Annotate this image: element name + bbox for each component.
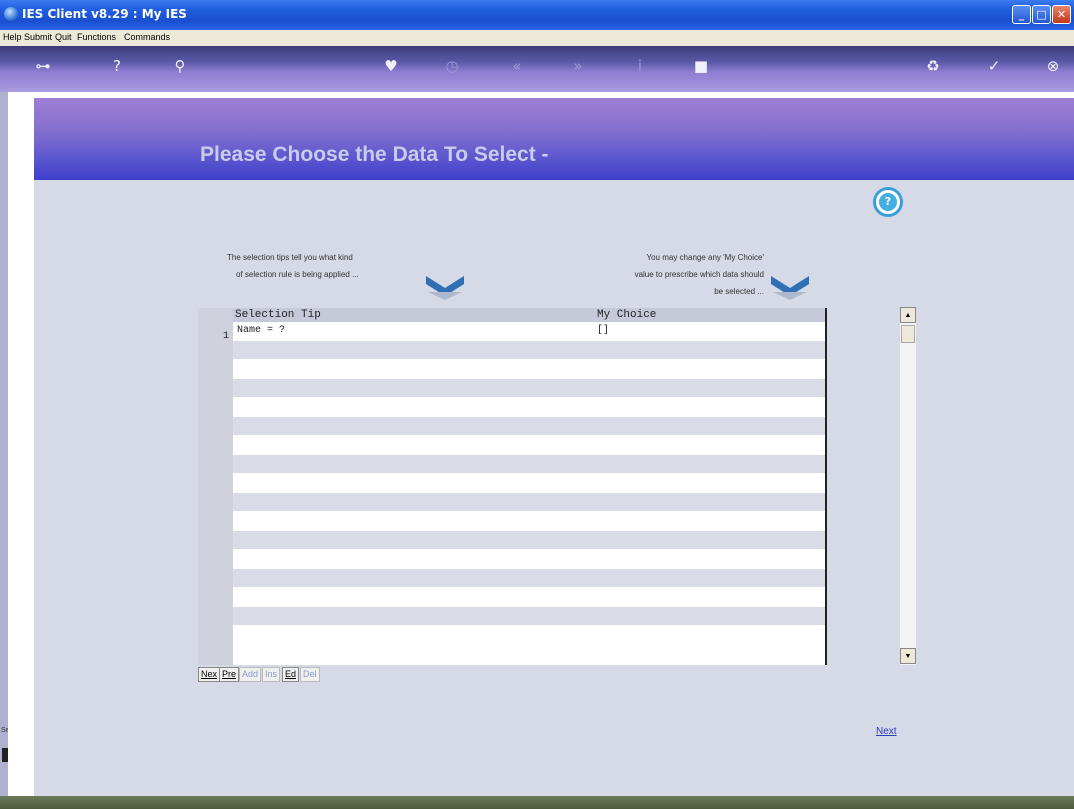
del-button[interactable]: Del (300, 667, 320, 682)
rewind-icon[interactable]: « (504, 54, 530, 78)
stop-icon[interactable]: ■ (688, 54, 714, 78)
app-globe-icon (4, 7, 18, 21)
table-row[interactable] (233, 607, 825, 625)
grid-header: Selection Tip My Choice (233, 308, 825, 322)
nex-button[interactable]: Nex (198, 667, 221, 682)
table-row[interactable] (233, 569, 825, 587)
scroll-up-button[interactable]: ▲ (900, 307, 916, 323)
left-status-strip (0, 92, 8, 809)
table-row[interactable] (233, 626, 825, 644)
table-row[interactable] (233, 588, 825, 606)
table-row[interactable] (233, 360, 825, 378)
help-icon[interactable]: ? (104, 54, 130, 78)
minimize-button[interactable]: _ (1012, 5, 1031, 24)
app-window: IES Client v8.29 : My IES _ □ ✕ Help Sub… (0, 0, 1074, 809)
title-banner: Please Choose the Data To Select - (34, 98, 1074, 180)
menu-submit[interactable]: Submit (24, 32, 52, 42)
maximize-button[interactable]: □ (1032, 5, 1051, 24)
heart-icon[interactable]: ♥ (378, 54, 404, 78)
table-row[interactable] (233, 436, 825, 454)
menu-bar: Help Submit Quit Functions Commands (0, 30, 1074, 46)
table-row[interactable] (233, 512, 825, 530)
scroll-thumb[interactable] (901, 325, 915, 343)
down-arrow-icon (771, 276, 809, 300)
window-title: IES Client v8.29 : My IES (22, 7, 187, 21)
selection-tip-hint: The selection tips tell you what kind of… (227, 249, 427, 283)
header-selection-tip: Selection Tip (235, 309, 321, 321)
tip-left-line2: of selection rule is being applied ... (236, 270, 359, 279)
ed-button[interactable]: Ed (282, 667, 300, 682)
tip-right-line1: You may change any 'My Choice' (646, 253, 765, 262)
recycle-icon[interactable]: ♻ (920, 54, 946, 78)
tip-right-line3: be selected ... (714, 287, 764, 296)
fast-forward-icon[interactable]: » (565, 54, 591, 78)
tip-right-line2: value to prescribe which data should (634, 270, 764, 279)
table-row[interactable] (233, 531, 825, 549)
selection-panel: Please Choose the Data To Select - ? The… (34, 98, 1074, 796)
ins-button[interactable]: Ins (262, 667, 281, 682)
info-icon[interactable]: ⅰ (627, 54, 653, 78)
my-choice-hint: You may change any 'My Choice' value to … (554, 249, 764, 300)
table-row[interactable] (233, 493, 825, 511)
selection-tip-cell: Name = ? (237, 325, 286, 336)
row-number: 1 (223, 331, 230, 342)
next-link[interactable]: Next (876, 726, 897, 737)
table-row[interactable] (233, 341, 825, 359)
close-window-button[interactable]: ✕ (1052, 5, 1071, 24)
down-arrow-icon (426, 276, 464, 300)
toolbar: ⊶ ? ⚲ ♥ ◷ « » ⅰ ■ ♻ ✓ ⊗ (0, 46, 1074, 92)
row-number-gutter: 1 (198, 308, 233, 665)
title-bar: IES Client v8.29 : My IES _ □ ✕ (0, 0, 1074, 30)
table-row[interactable]: Name = ? [] (233, 322, 825, 340)
selection-grid: 1 Selection Tip My Choice Name = ? [] (198, 308, 827, 665)
menu-quit[interactable]: Quit (55, 32, 72, 42)
table-row[interactable] (233, 417, 825, 435)
clock-icon[interactable]: ◷ (439, 54, 465, 78)
table-row[interactable] (233, 474, 825, 492)
help-circle-icon[interactable]: ? (873, 187, 903, 217)
close-icon[interactable]: ⊗ (1040, 54, 1066, 78)
add-button[interactable]: Add (239, 667, 262, 682)
my-choice-cell[interactable]: [] (597, 325, 609, 336)
menu-help[interactable]: Help (3, 32, 22, 42)
main-area: Please Choose the Data To Select - ? The… (8, 92, 1074, 796)
menu-commands[interactable]: Commands (124, 32, 170, 42)
header-my-choice: My Choice (597, 309, 657, 321)
table-row[interactable] (233, 455, 825, 473)
vertical-scrollbar[interactable]: ▲ ▼ (900, 307, 916, 665)
tip-left-line1: The selection tips tell you what kind (227, 253, 353, 262)
key-icon[interactable]: ⊶ (30, 54, 56, 78)
taskbar-strip (0, 796, 1074, 809)
menu-functions[interactable]: Functions (77, 32, 116, 42)
scroll-down-button[interactable]: ▼ (900, 648, 916, 664)
pre-button[interactable]: Pre (219, 667, 240, 682)
table-row[interactable] (233, 398, 825, 416)
search-icon[interactable]: ⚲ (167, 54, 193, 78)
table-row[interactable] (233, 550, 825, 568)
page-title: Please Choose the Data To Select - (200, 143, 549, 166)
table-row[interactable] (233, 379, 825, 397)
check-icon[interactable]: ✓ (981, 54, 1007, 78)
